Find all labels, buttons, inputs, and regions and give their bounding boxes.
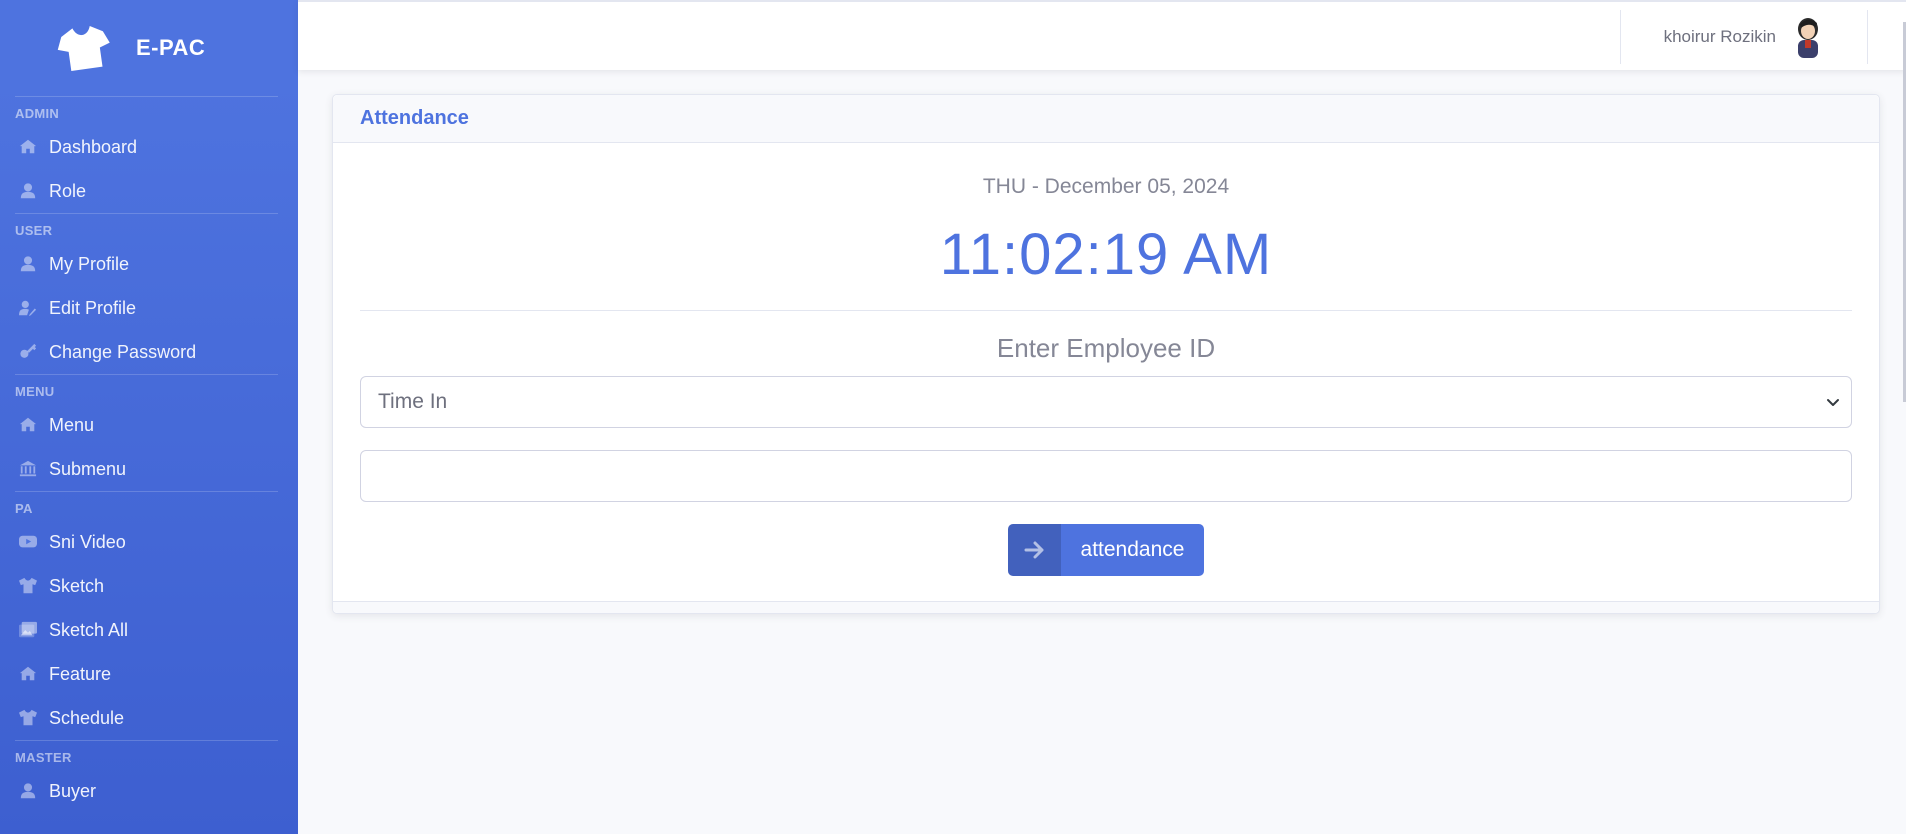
sidebar-item-label: Menu — [49, 414, 95, 435]
home-icon — [15, 136, 41, 158]
sidebar-item-label: Role — [49, 180, 87, 201]
sidebar-item-change-password[interactable]: Change Password — [0, 330, 298, 374]
card-footer — [333, 601, 1879, 613]
sidebar-item-dashboard[interactable]: Dashboard — [0, 125, 298, 169]
user-name: khoirur Rozikin — [1663, 27, 1776, 46]
sidebar-item-label: Sketch — [49, 575, 105, 596]
tshirt-icon — [57, 25, 110, 71]
avatar-icon — [1798, 18, 1818, 58]
attendance-button-label: attendance — [1080, 538, 1185, 561]
attendance-card: Attendance THU - December 05, 2024 11:02… — [332, 94, 1880, 614]
arrow-right-icon — [1024, 541, 1043, 559]
user-icon — [15, 180, 41, 202]
sidebar-item-submenu[interactable]: Submenu — [0, 447, 298, 491]
topbar-divider — [1620, 10, 1621, 64]
user-edit-icon — [15, 297, 41, 319]
employee-id-input[interactable] — [360, 450, 1852, 502]
employee-id-label: Enter Employee ID — [996, 333, 1216, 363]
sidebar-item-edit-profile[interactable]: Edit Profile — [0, 286, 298, 330]
youtube-icon — [15, 531, 41, 553]
card-body: THU - December 05, 2024 11:02:19 AM Ente… — [333, 175, 1879, 576]
bank-icon — [15, 458, 41, 480]
sidebar: E-PAC ADMIN Dashboard Role USER My Profile Ed… — [0, 0, 298, 834]
sidebar-item-sni-video[interactable]: Sni Video — [0, 520, 298, 564]
sidebar-heading: USER — [15, 223, 53, 238]
divider — [360, 310, 1852, 311]
sidebar-item-schedule[interactable]: Schedule — [0, 696, 298, 740]
sidebar-item-my-profile[interactable]: My Profile — [0, 242, 298, 286]
home-icon — [15, 414, 41, 436]
sidebar-item-label: Schedule — [49, 707, 125, 728]
sidebar-item-label: My Profile — [49, 253, 130, 274]
sidebar-item-label: Change Password — [49, 341, 197, 362]
sidebar-item-label: Sketch All — [49, 619, 129, 640]
user-icon — [15, 780, 41, 802]
sidebar-item-label: Edit Profile — [49, 297, 137, 318]
select-value: Time In — [378, 390, 448, 413]
key-icon — [15, 341, 41, 363]
images-icon — [15, 619, 41, 641]
user-icon — [15, 253, 41, 275]
brand[interactable]: E-PAC — [0, 0, 298, 96]
sidebar-heading: ADMIN — [15, 106, 60, 121]
sidebar-item-menu[interactable]: Menu — [0, 403, 298, 447]
sidebar-nav: ADMIN Dashboard Role USER My Profile Edit Pro… — [0, 97, 298, 813]
date-display: THU - December 05, 2024 — [982, 175, 1230, 198]
sidebar-item-label: Buyer — [49, 780, 97, 801]
sidebar-item-label: Submenu — [49, 458, 127, 479]
sidebar-item-buyer[interactable]: Buyer — [0, 769, 298, 813]
home-icon — [15, 663, 41, 685]
sidebar-item-label: Sni Video — [49, 531, 126, 552]
sidebar-item-sketch-all[interactable]: Sketch All — [0, 608, 298, 652]
sidebar-heading: PA — [15, 501, 33, 516]
tshirt-icon — [15, 707, 41, 729]
sidebar-item-role[interactable]: Role — [0, 169, 298, 213]
topbar: khoirur Rozikin — [298, 0, 1906, 402]
attendance-button[interactable]: attendance — [1008, 524, 1204, 576]
sidebar-heading: MENU — [15, 384, 55, 399]
topbar-divider — [1867, 10, 1868, 64]
sidebar-heading: MASTER — [15, 750, 72, 765]
btn-icon-wrap — [1008, 524, 1061, 576]
user-dropdown[interactable]: khoirur Rozikin — [1664, 2, 1826, 72]
brand-name: E-PAC — [136, 35, 206, 60]
chevron-down-icon — [1827, 399, 1839, 406]
clock-display: 11:02:19 AM — [939, 222, 1273, 287]
sidebar-item-feature[interactable]: Feature — [0, 652, 298, 696]
tshirt-icon — [15, 575, 41, 597]
attendance-type-select[interactable]: Time In — [360, 376, 1852, 428]
sidebar-item-label: Dashboard — [49, 136, 138, 157]
sidebar-item-label: Feature — [49, 663, 112, 684]
sidebar-item-sketch[interactable]: Sketch — [0, 564, 298, 608]
card-title: Attendance — [333, 95, 1879, 143]
